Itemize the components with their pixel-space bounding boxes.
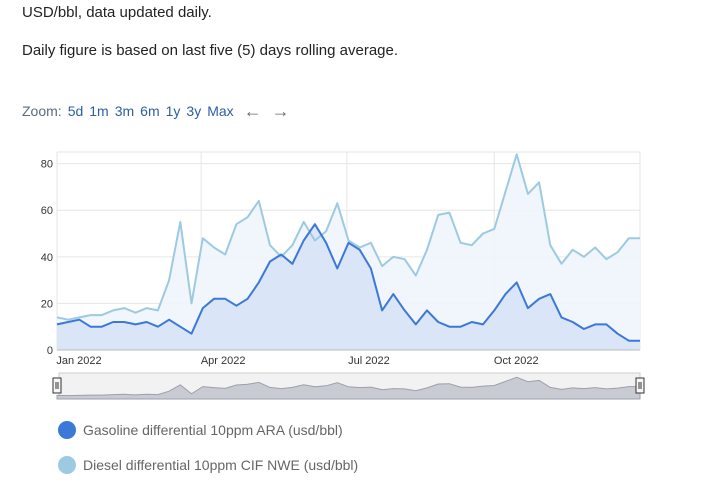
y-tick-label: 60	[41, 205, 53, 217]
x-tick-label: Apr 2022	[201, 355, 246, 367]
zoom-option-3y[interactable]: 3y	[186, 103, 201, 119]
arrow-right-icon[interactable]: →	[272, 102, 290, 120]
zoom-option-1y[interactable]: 1y	[166, 103, 181, 119]
price-differential-chart: 0 20 40 60 80 Jan 2022 Apr 2022 Jul 2022 Oct 202…	[41, 151, 645, 400]
zoom-option-1m[interactable]: 1m	[89, 103, 108, 119]
zoom-option-5d[interactable]: 5d	[68, 103, 84, 119]
y-tick-label: 40	[41, 252, 53, 264]
zoom-option-3m[interactable]: 3m	[115, 103, 134, 119]
intro-method-text: Daily figure is based on last five (5) d…	[22, 42, 399, 59]
navigator-handle-right-icon[interactable]	[635, 377, 645, 394]
legend-label-diesel: Diesel differential 10ppm CIF NWE (usd/b…	[83, 457, 359, 473]
zoom-option-6m[interactable]: 6m	[140, 103, 159, 119]
arrow-left-icon[interactable]: ←	[244, 102, 262, 120]
zoom-option-max[interactable]: Max	[207, 103, 233, 119]
legend-marker-diesel	[58, 456, 76, 474]
legend-label-gasoline: Gasoline differential 10ppm ARA (usd/bbl…	[83, 422, 343, 438]
y-tick-label: 80	[41, 159, 53, 171]
intro-units-text: USD/bbl, data updated daily.	[22, 4, 212, 21]
legend-item-diesel[interactable]: Diesel differential 10ppm CIF NWE (usd/b…	[58, 456, 358, 474]
x-tick-label: Oct 2022	[494, 355, 539, 367]
legend-item-gasoline[interactable]: Gasoline differential 10ppm ARA (usd/bbl…	[58, 421, 343, 439]
zoom-bar: Zoom: 5d 1m 3m 6m 1y 3y Max ← →	[22, 102, 296, 120]
legend-marker-gasoline	[58, 421, 76, 439]
x-tick-label: Jul 2022	[348, 355, 390, 367]
y-tick-label: 20	[41, 298, 53, 310]
x-tick-label: Jan 2022	[56, 355, 101, 367]
zoom-label: Zoom:	[22, 103, 62, 119]
navigator-handle-left-icon[interactable]	[52, 377, 62, 394]
y-tick-label: 0	[47, 345, 53, 357]
